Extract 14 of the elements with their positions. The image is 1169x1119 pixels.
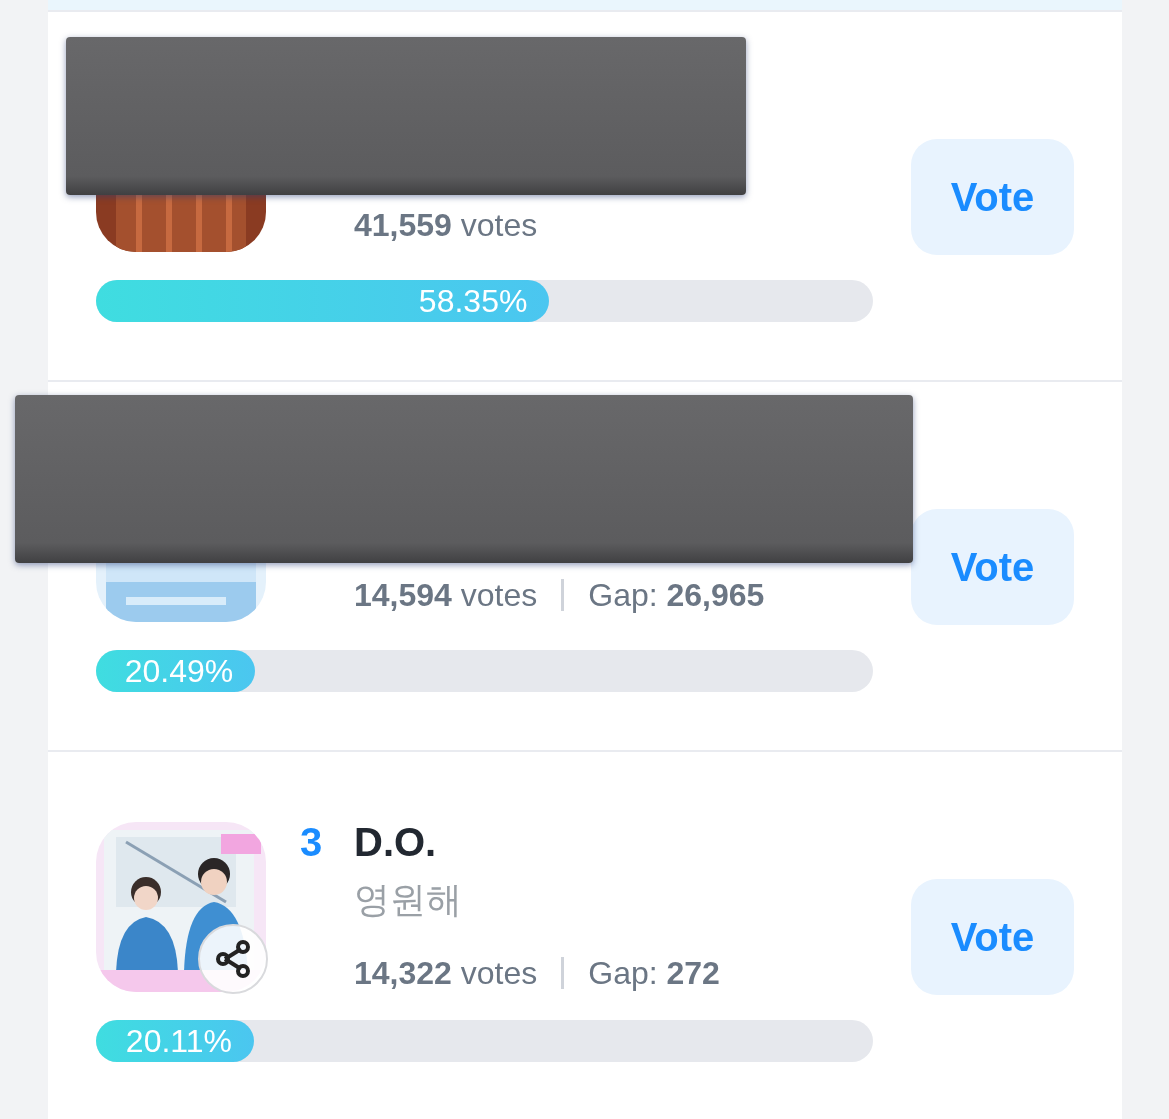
vote-button[interactable]: Vote: [911, 879, 1074, 995]
vote-button[interactable]: Vote: [911, 509, 1074, 625]
rank-number: 3: [300, 819, 324, 866]
vote-button[interactable]: Vote: [911, 139, 1074, 255]
percent-label: 20.11%: [125, 1022, 232, 1060]
song-title: 영원해: [354, 878, 463, 922]
gap-count: Gap: 26,965: [588, 576, 765, 615]
vote-count: 41,559 votes: [354, 206, 538, 245]
percent-label: 58.35%: [418, 282, 528, 320]
artist-name: D.O.: [354, 819, 438, 866]
vote-count: 14,322 votes: [354, 954, 538, 993]
vote-count: 14,594 votes: [354, 576, 538, 615]
percent-label: 20.49%: [124, 652, 234, 690]
gap-count: Gap: 272: [588, 954, 720, 993]
